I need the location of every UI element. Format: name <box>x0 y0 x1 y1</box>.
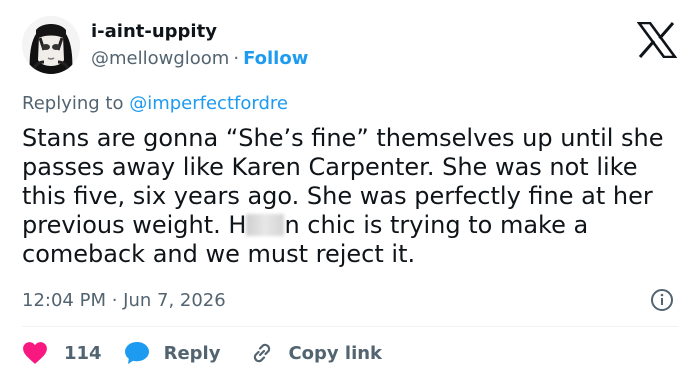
copy-link-button[interactable]: Copy link <box>250 341 382 365</box>
tweet-timestamp[interactable]: 12:04 PM · Jun 7, 2026 <box>22 289 226 313</box>
replying-to-mention[interactable]: @imperfectfordre <box>129 93 288 114</box>
link-icon <box>254 343 271 363</box>
handle-row: @mellowgloom · Follow <box>91 47 308 71</box>
reply-button[interactable]: Reply <box>124 341 221 365</box>
x-logo-icon[interactable] <box>637 22 677 58</box>
avatar[interactable] <box>22 16 80 74</box>
separator-dot: · <box>233 48 240 69</box>
reply-bubble-icon <box>124 342 149 364</box>
follow-button[interactable]: Follow <box>243 48 308 69</box>
replying-to-prefix: Replying to <box>22 93 130 114</box>
reply-label: Reply <box>163 342 221 364</box>
heart-icon <box>23 342 47 364</box>
divider <box>22 326 678 327</box>
avatar-image <box>22 16 80 74</box>
user-handle[interactable]: @mellowgloom <box>91 48 229 69</box>
info-icon[interactable] <box>650 288 674 312</box>
like-count: 114 <box>64 342 102 364</box>
copy-link-label: Copy link <box>288 342 383 364</box>
censor-blur <box>246 214 285 236</box>
display-name[interactable]: i-aint-uppity <box>91 20 217 44</box>
tweet-text: Stans are gonna “She’s fine” themselves … <box>22 124 686 269</box>
action-bar: 114 Reply Copy link <box>22 339 382 367</box>
like-button[interactable]: 114 <box>22 341 102 365</box>
replying-to: Replying to @imperfectfordre <box>22 92 288 116</box>
tweet-card: i-aint-uppity @mellowgloom · Follow Replyi… <box>0 0 700 379</box>
